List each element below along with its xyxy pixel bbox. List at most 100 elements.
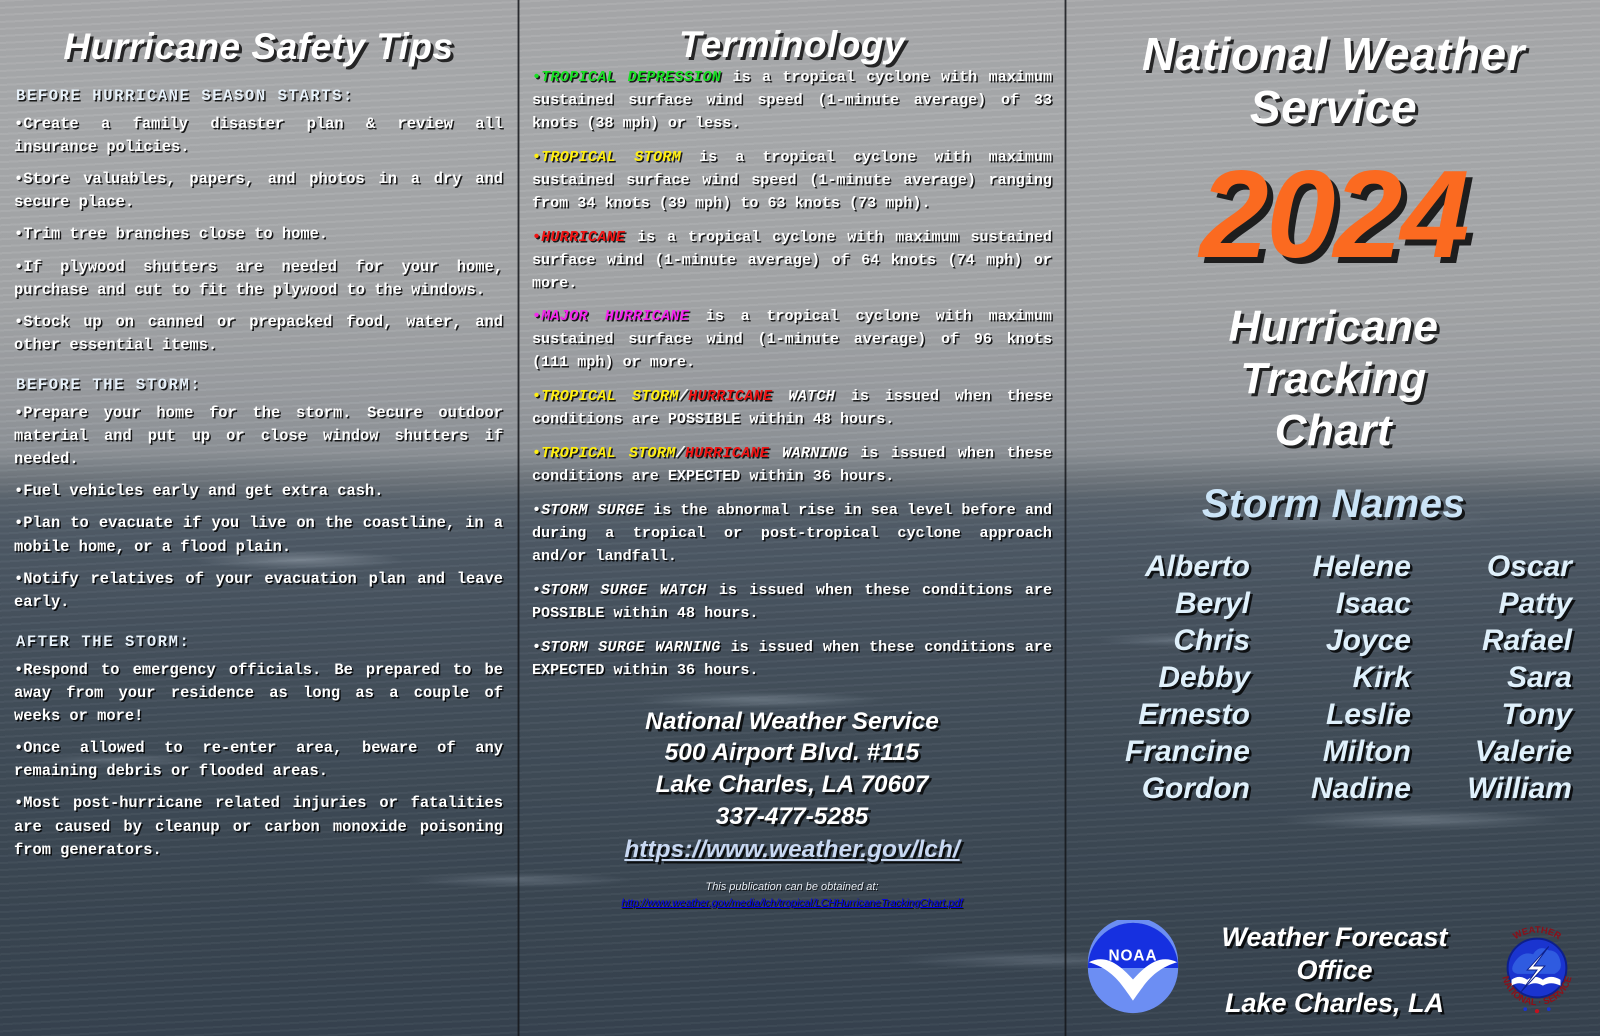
agency-name-line1: National Weather	[1142, 28, 1525, 80]
safety-tip: Most post-hurricane related injuries or …	[14, 792, 503, 861]
terminology-bullet-icon: •	[532, 580, 542, 599]
terminology-term-label: HURRICANE	[541, 227, 626, 246]
chart-title: Hurricane Tracking Chart	[1077, 301, 1590, 457]
storm-name: Kirk	[1352, 661, 1411, 695]
terminology-term-label: HURRICANE	[684, 444, 770, 463]
terminology-entry: •STORM SURGE is the abnormal rise in sea…	[532, 499, 1052, 568]
safety-section-heading: BEFORE HURRICANE SEASON STARTS:	[16, 87, 354, 105]
storm-name: Alberto	[1145, 550, 1250, 584]
storm-name: Milton	[1322, 734, 1411, 768]
storm-name: Tony	[1501, 698, 1572, 731]
terminology-entry: •TROPICAL STORM is a tropical cyclone wi…	[532, 146, 1052, 215]
safety-tip: Respond to emergency officials. Be prepa…	[14, 659, 503, 728]
chart-title-line3: Chart	[1274, 405, 1393, 455]
safety-sections: BEFORE HURRICANE SEASON STARTS: Create a …	[14, 87, 503, 862]
terminology-term-label: HURRICANE	[688, 387, 773, 406]
terminology-bullet-icon: •	[532, 444, 542, 463]
storm-name-column: Alberto Beryl Chris Debby Ernesto Francine Gor…	[1099, 549, 1250, 807]
storm-name: Patty	[1498, 587, 1572, 621]
chart-title-line2: Tracking	[1240, 353, 1427, 403]
terminology-term-label: STORM SURGE	[541, 501, 645, 519]
svg-text:NOAA: NOAA	[1108, 947, 1157, 964]
terminology-entry: •TROPICAL STORM/HURRICANE WATCH is issue…	[532, 385, 1052, 431]
terminology-bullet-icon: •	[532, 637, 542, 656]
storm-name: Leslie	[1325, 698, 1411, 731]
storm-name: Nadine	[1310, 771, 1411, 805]
year-heading: 2024	[1199, 145, 1470, 284]
publication-pdf-link[interactable]: http://www.weather.gov/media/lch/tropica…	[532, 896, 1052, 911]
terminology-term-label: STORM SURGE WATCH	[541, 580, 707, 599]
terminology-term-label: TROPICAL STORM	[541, 387, 679, 406]
storm-name-column: Helene Isaac Joyce Kirk Leslie Milton Nadine	[1260, 549, 1411, 807]
terminology-term-label: TROPICAL DEPRESSION	[541, 68, 722, 86]
safety-tip: Create a family disaster plan & review a…	[14, 113, 503, 159]
storm-name: Joyce	[1325, 624, 1411, 658]
noaa-logo-icon: NOAA	[1085, 917, 1181, 1021]
wfo-line1: Weather Forecast Office	[1221, 922, 1448, 986]
hurricane-tracking-chart-poster: Hurricane Safety Tips BEFORE HURRICANE S…	[0, 0, 1600, 1036]
terminology-bullet-icon: •	[532, 147, 542, 166]
terminology-title: Terminology	[678, 24, 906, 65]
storm-name: Sara	[1506, 661, 1572, 695]
terminology-term-label: /	[678, 387, 689, 406]
terminology-term-label: STORM SURGE WARNING	[541, 637, 721, 656]
storm-names-grid: Alberto Beryl Chris Debby Ernesto Francine Gor…	[1099, 549, 1572, 807]
national-weather-service-seal-icon: WEATHER NATIONAL · SERVICE	[1488, 919, 1586, 1022]
terminology-term-label: MAJOR HURRICANE	[541, 307, 690, 326]
terminology-bullet-icon: •	[532, 307, 542, 326]
storm-name: Rafael	[1481, 624, 1572, 658]
cover-column: National Weather Service 2024 Hurricane …	[1067, 0, 1600, 1036]
terminology-term-label: TROPICAL STORM	[541, 147, 682, 166]
terminology-entry: •MAJOR HURRICANE is a tropical cyclone w…	[532, 305, 1052, 374]
safety-tip: Plan to evacuate if you live on the coas…	[14, 512, 503, 558]
terminology-entries: •TROPICAL DEPRESSION is a tropical cyclo…	[532, 66, 1052, 682]
address-agency: National Weather Service	[645, 707, 939, 735]
footer-logos-row: NOAA Weather Forecast Office Lake Charle…	[1067, 917, 1600, 1022]
terminology-entry: •STORM SURGE WARNING is issued when thes…	[532, 636, 1052, 682]
safety-tip: Once allowed to re-enter area, beware of…	[14, 737, 503, 783]
office-website-link[interactable]: https://www.weather.gov/lch/	[532, 834, 1052, 866]
storm-name: Isaac	[1335, 587, 1411, 621]
storm-name: Chris	[1173, 624, 1250, 658]
safety-tip: Prepare your home for the storm. Secure …	[14, 402, 503, 471]
safety-tip: Store valuables, papers, and photos in a…	[14, 168, 503, 214]
terminology-bullet-icon: •	[532, 227, 542, 246]
safety-tip: Fuel vehicles early and get extra cash.	[14, 480, 503, 503]
publication-source-note: This publication can be obtained at: htt…	[532, 880, 1052, 911]
terminology-term-label: /	[675, 444, 685, 463]
terminology-entry: •TROPICAL DEPRESSION is a tropical cyclo…	[532, 66, 1052, 135]
chart-title-line1: Hurricane	[1228, 301, 1439, 351]
safety-tips-column: Hurricane Safety Tips BEFORE HURRICANE S…	[0, 0, 517, 1036]
storm-name-column: Oscar Patty Rafael Sara Tony Valerie William	[1421, 549, 1572, 807]
agency-name-line2: Service	[1249, 81, 1418, 134]
wfo-line2: Lake Charles, LA	[1224, 987, 1445, 1018]
terminology-bullet-icon: •	[532, 68, 542, 86]
office-address-block: National Weather Service 500 Airport Blv…	[532, 706, 1052, 866]
safety-section-heading: AFTER THE STORM:	[16, 632, 191, 651]
storm-name: William	[1467, 771, 1572, 805]
address-street: 500 Airport Blvd. #115	[664, 739, 920, 767]
storm-name: Helene	[1312, 550, 1411, 584]
safety-tip: Notify relatives of your evacuation plan…	[14, 568, 503, 614]
storm-name: Oscar	[1486, 550, 1572, 584]
terminology-entry: •STORM SURGE WATCH is issued when these …	[532, 579, 1052, 625]
terminology-column: Terminology •TROPICAL DEPRESSION is a tr…	[520, 0, 1064, 1036]
terminology-term-label: TROPICAL STORM	[541, 444, 676, 463]
storm-name: Francine	[1124, 734, 1250, 768]
terminology-bullet-icon: •	[532, 387, 542, 406]
fineprint-intro: This publication can be obtained at:	[705, 880, 879, 893]
terminology-entry: •HURRICANE is a tropical cyclone with ma…	[532, 226, 1052, 295]
terminology-bullet-icon: •	[532, 501, 542, 519]
storm-name: Valerie	[1474, 734, 1572, 768]
safety-tip: Stock up on canned or prepacked food, wa…	[14, 311, 503, 357]
column-divider-left	[517, 0, 520, 1036]
storm-name: Debby	[1158, 661, 1250, 695]
weather-forecast-office-label: Weather Forecast Office Lake Charles, LA	[1181, 921, 1488, 1020]
terminology-term-label: WATCH	[772, 387, 836, 406]
storm-name: Beryl	[1174, 587, 1250, 621]
terminology-term-label: WARNING	[769, 444, 848, 463]
safety-tips-title: Hurricane Safety Tips	[63, 26, 454, 67]
storm-name: Ernesto	[1138, 698, 1250, 731]
safety-tip: If plywood shutters are needed for your …	[14, 256, 503, 302]
safety-section-heading: BEFORE THE STORM:	[16, 375, 202, 394]
